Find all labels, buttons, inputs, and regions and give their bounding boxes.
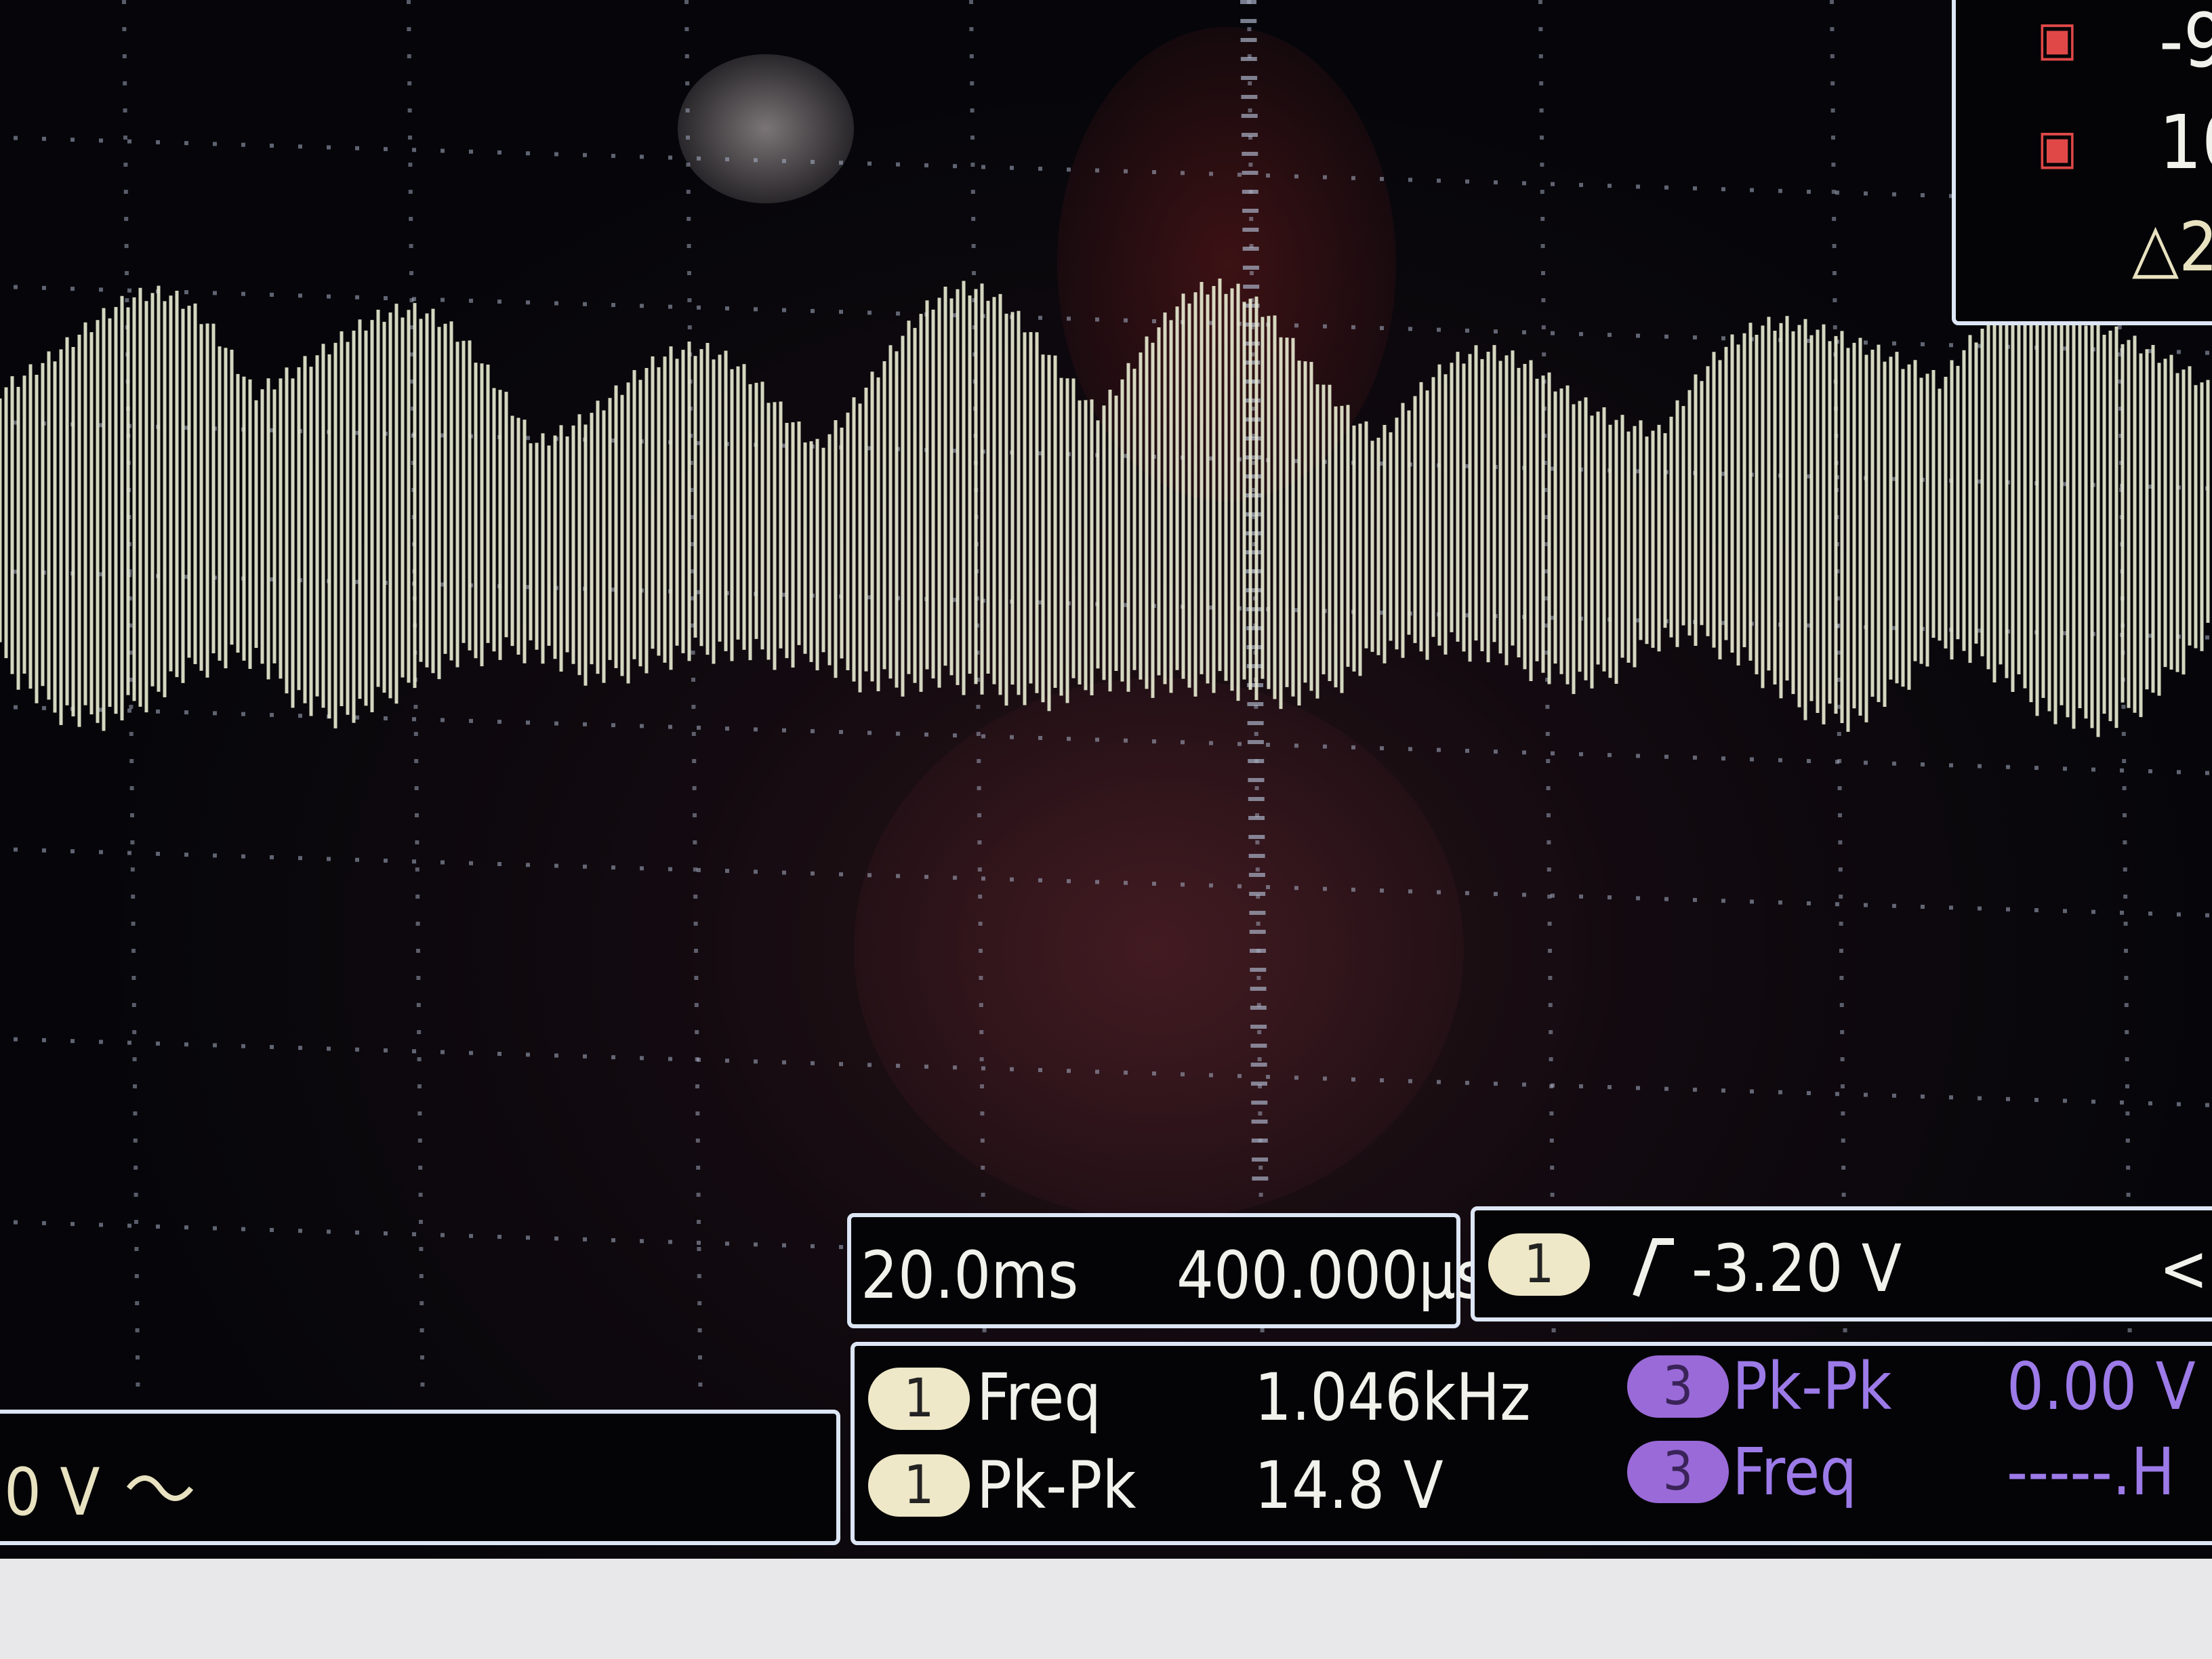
channel-info-panel[interactable]: 0 V (0, 1410, 840, 1545)
trigger-panel[interactable]: 1 -3.20 V < (1471, 1206, 2212, 1322)
meas-4-name: Freq (1732, 1434, 1858, 1510)
trigger-source-badge: 1 (1488, 1233, 1590, 1296)
meas-3-channel-badge: 3 (1627, 1355, 1729, 1418)
meas-1-channel-badge: 1 (868, 1368, 970, 1430)
meas-1-value: 1.046kHz (1254, 1359, 1531, 1435)
meas-1-name: Freq (977, 1359, 1102, 1435)
meas-3-value: 0.00 V (2007, 1349, 2196, 1425)
bezel-bottom (0, 1559, 2212, 1659)
measurement-panel[interactable]: 1 Freq 1.046kHz 1 Pk-Pk 14.8 V 3 Pk-Pk 0… (851, 1342, 2212, 1545)
oscilloscope-screen: ▣ -9 ▣ 10 △2 20.0ms 400.000µs 1 -3.20 V … (0, 0, 2212, 1659)
cursor-2-marker: ▣ (2037, 119, 2078, 175)
meas-3-name: Pk-Pk (1732, 1349, 1892, 1425)
rising-edge-icon (1633, 1238, 1674, 1297)
cursor-1-marker: ▣ (2037, 11, 2078, 66)
meas-2-channel-badge: 1 (868, 1454, 970, 1517)
meas-2-value: 14.8 V (1254, 1448, 1443, 1523)
meas-4-value: -----.H (2007, 1434, 2175, 1510)
menu-arrow[interactable]: < (2159, 1231, 2208, 1307)
timebase-scale: 20.0ms (861, 1237, 1079, 1313)
trigger-level: -3.20 V (1692, 1231, 1902, 1307)
meas-2-name: Pk-Pk (977, 1448, 1136, 1523)
cursor-1-value: -9 (2159, 0, 2212, 84)
cursor-2-value: 10 (2159, 99, 2212, 186)
timebase-panel[interactable]: 20.0ms 400.000µs (847, 1213, 1486, 1328)
meas-4-channel-badge: 3 (1627, 1441, 1729, 1503)
timebase-delay: 400.000µs (1176, 1237, 1486, 1313)
cursor-delta-value: △2 (2132, 207, 2212, 287)
ac-coupling-icon (126, 1475, 194, 1501)
channel-offset: 0 V (4, 1454, 100, 1530)
cursor-readout-panel: ▣ -9 ▣ 10 △2 (1952, 0, 2212, 325)
